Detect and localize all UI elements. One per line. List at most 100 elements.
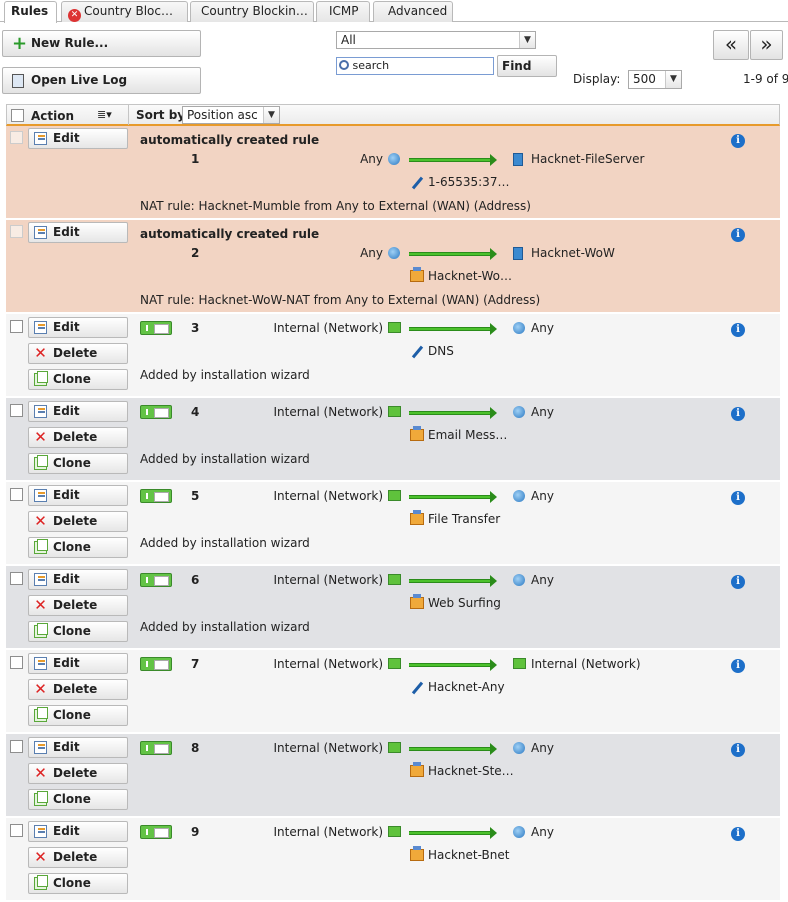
- edit-icon: [34, 321, 47, 334]
- globe-icon: [513, 826, 525, 838]
- row-checkbox[interactable]: [10, 320, 23, 333]
- delete-button[interactable]: ✕ Delete: [28, 343, 128, 364]
- display-value: 500: [633, 72, 656, 86]
- flow-arrow-icon: [409, 659, 497, 671]
- delete-label: Delete: [53, 850, 98, 864]
- enable-toggle[interactable]: [140, 489, 172, 503]
- search-input[interactable]: search: [336, 57, 494, 75]
- delete-button[interactable]: ✕ Delete: [28, 847, 128, 868]
- row-checkbox[interactable]: [10, 572, 23, 585]
- new-rule-label: New Rule...: [31, 36, 109, 50]
- action-header: Action: [31, 109, 75, 123]
- tab-country-blocking-1[interactable]: ✕ Country Bloc…: [61, 1, 188, 22]
- new-rule-button[interactable]: + New Rule...: [2, 30, 201, 57]
- delete-icon: ✕: [34, 428, 47, 446]
- filter-select[interactable]: All ▼: [336, 31, 536, 49]
- edit-label: Edit: [53, 824, 80, 838]
- edit-button[interactable]: Edit: [28, 737, 128, 758]
- open-live-log-button[interactable]: Open Live Log: [2, 67, 201, 94]
- globe-icon: [388, 153, 400, 165]
- filter-value: All: [341, 33, 356, 47]
- info-icon[interactable]: i: [731, 407, 745, 421]
- chevron-down-icon: ▼: [263, 107, 279, 123]
- network-flag-icon: [388, 322, 401, 333]
- rule-source: Internal (Network): [273, 657, 383, 671]
- flow-arrow-icon: [409, 491, 497, 503]
- row-checkbox[interactable]: [10, 824, 23, 837]
- info-icon[interactable]: i: [731, 228, 745, 242]
- delete-button[interactable]: ✕ Delete: [28, 427, 128, 448]
- edit-button[interactable]: Edit: [28, 485, 128, 506]
- enable-toggle[interactable]: [140, 405, 172, 419]
- rule-note: NAT rule: Hacknet-Mumble from Any to Ext…: [140, 199, 531, 213]
- enable-toggle[interactable]: [140, 321, 172, 335]
- edit-icon: [34, 825, 47, 838]
- rule-source: Internal (Network): [273, 321, 383, 335]
- edit-button[interactable]: Edit: [28, 821, 128, 842]
- edit-button[interactable]: Edit: [28, 222, 128, 243]
- rule-note: Added by installation wizard: [140, 452, 310, 466]
- info-icon[interactable]: i: [731, 491, 745, 505]
- edit-icon: [34, 405, 47, 418]
- row-checkbox[interactable]: [10, 740, 23, 753]
- row-checkbox[interactable]: [10, 404, 23, 417]
- edit-button[interactable]: Edit: [28, 653, 128, 674]
- tab-country-blocking-2[interactable]: Country Blockin…: [190, 1, 314, 22]
- edit-button[interactable]: Edit: [28, 317, 128, 338]
- info-icon[interactable]: i: [731, 134, 745, 148]
- info-icon[interactable]: i: [731, 827, 745, 841]
- select-all-checkbox[interactable]: [11, 109, 24, 122]
- edit-button[interactable]: Edit: [28, 401, 128, 422]
- tool-icon: [410, 345, 424, 359]
- edit-icon: [34, 489, 47, 502]
- clone-icon: [34, 539, 48, 554]
- clone-button[interactable]: Clone: [28, 705, 128, 726]
- flow-arrow-icon: [409, 575, 497, 587]
- tab-rules[interactable]: Rules: [4, 1, 57, 23]
- info-icon[interactable]: i: [731, 743, 745, 757]
- clone-button[interactable]: Clone: [28, 621, 128, 642]
- row-checkbox[interactable]: [10, 488, 23, 501]
- previous-page-button[interactable]: «: [713, 30, 749, 60]
- network-flag-icon: [388, 490, 401, 501]
- next-page-button[interactable]: »: [750, 30, 783, 60]
- row-checkbox[interactable]: [10, 656, 23, 669]
- edit-button[interactable]: Edit: [28, 569, 128, 590]
- sort-by-select[interactable]: Position asc ▼: [182, 106, 280, 124]
- delete-button[interactable]: ✕ Delete: [28, 511, 128, 532]
- tab-advanced[interactable]: Advanced: [373, 1, 453, 22]
- enable-toggle[interactable]: [140, 573, 172, 587]
- info-icon[interactable]: i: [731, 323, 745, 337]
- row-checkbox[interactable]: [10, 131, 23, 144]
- delete-button[interactable]: ✕ Delete: [28, 595, 128, 616]
- enable-toggle[interactable]: [140, 825, 172, 839]
- rule-number: 3: [191, 321, 200, 335]
- clone-button[interactable]: Clone: [28, 369, 128, 390]
- delete-button[interactable]: ✕ Delete: [28, 763, 128, 784]
- delete-label: Delete: [53, 430, 98, 444]
- delete-button[interactable]: ✕ Delete: [28, 679, 128, 700]
- server-icon: [513, 153, 523, 166]
- clone-button[interactable]: Clone: [28, 789, 128, 810]
- edit-label: Edit: [53, 740, 80, 754]
- next-icon: »: [760, 32, 773, 56]
- clone-button[interactable]: Clone: [28, 537, 128, 558]
- tab-icmp[interactable]: ICMP: [316, 1, 370, 22]
- delete-label: Delete: [53, 598, 98, 612]
- rule-service: Hacknet-Bnet: [428, 848, 510, 862]
- rule-destination: Internal (Network): [531, 657, 641, 671]
- row-checkbox[interactable]: [10, 225, 23, 238]
- clone-label: Clone: [53, 456, 91, 470]
- info-icon[interactable]: i: [731, 659, 745, 673]
- column-menu-icon[interactable]: ≣▾: [97, 108, 112, 121]
- display-select[interactable]: 500 ▼: [628, 70, 682, 89]
- info-icon[interactable]: i: [731, 575, 745, 589]
- globe-icon: [513, 322, 525, 334]
- enable-toggle[interactable]: [140, 741, 172, 755]
- clone-button[interactable]: Clone: [28, 453, 128, 474]
- enable-toggle[interactable]: [140, 657, 172, 671]
- display-label: Display:: [573, 72, 621, 86]
- find-button[interactable]: Find: [497, 55, 557, 77]
- flow-arrow-icon: [409, 323, 497, 335]
- edit-button[interactable]: Edit: [28, 128, 128, 149]
